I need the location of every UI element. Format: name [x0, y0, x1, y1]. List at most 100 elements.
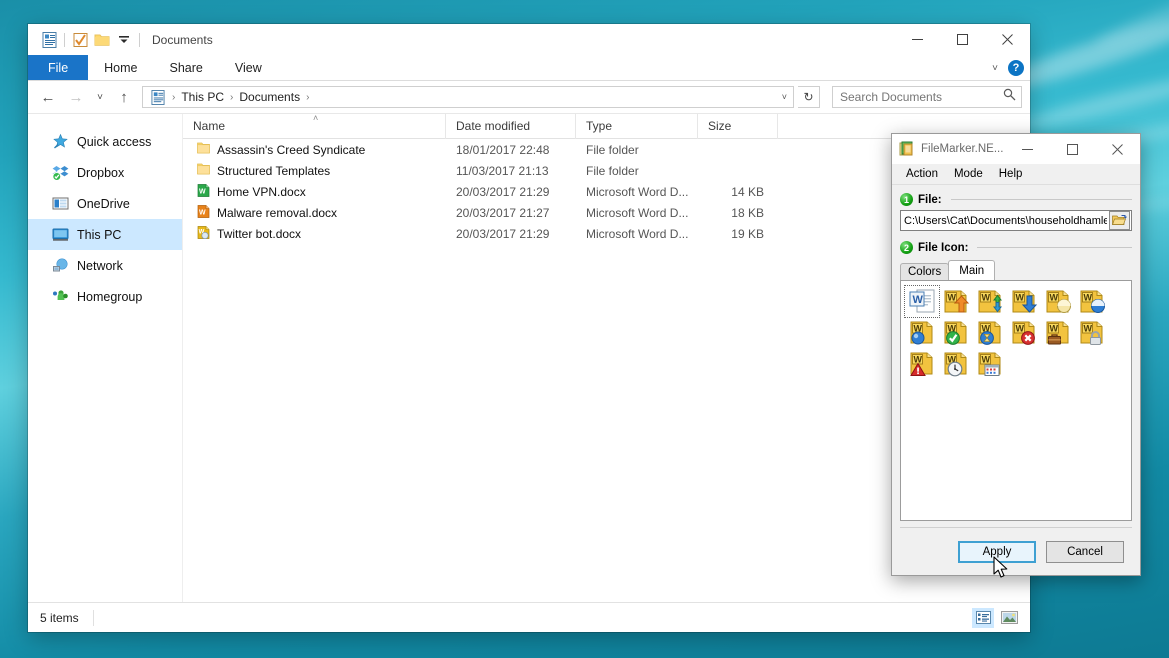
folder-icon: [197, 163, 210, 178]
file-size-label: 18 KB: [698, 206, 778, 220]
sidebar-item-onedrive[interactable]: OneDrive: [28, 188, 182, 219]
address-dropdown-icon[interactable]: ˅: [782, 92, 787, 102]
maximize-button[interactable]: [1050, 134, 1095, 164]
word-green-check-icon[interactable]: W: [939, 317, 973, 348]
new-folder-icon[interactable]: [69, 29, 91, 51]
tab-main[interactable]: Main: [948, 260, 995, 280]
sidebar-item-label: Quick access: [77, 135, 151, 149]
folder-icon: [197, 142, 210, 157]
svg-text:W: W: [981, 355, 990, 365]
breadcrumb-this-pc[interactable]: This PC: [178, 90, 227, 104]
column-header-date-modified[interactable]: Date modified: [446, 114, 576, 139]
up-button[interactable]: ↑: [112, 85, 136, 109]
wallpaper-wave: [1021, 68, 1169, 134]
sort-indicator-icon: ˄: [313, 113, 318, 123]
word-warning-icon[interactable]: W: [905, 348, 939, 379]
chevron-down-icon[interactable]: ˅: [992, 63, 998, 74]
sidebar-item-this-pc[interactable]: This PC: [28, 219, 182, 250]
menu-item-help[interactable]: Help: [991, 168, 1031, 180]
step-2-label: File Icon:: [918, 242, 968, 254]
sidebar-item-label: Dropbox: [77, 166, 124, 180]
help-icon[interactable]: ?: [1008, 60, 1024, 76]
close-button[interactable]: [1095, 134, 1140, 164]
refresh-button[interactable]: ↻: [798, 86, 820, 108]
word-blue-disc-icon[interactable]: W: [1075, 286, 1109, 317]
documents-folder-icon: [147, 86, 169, 108]
breadcrumb-separator[interactable]: ›: [305, 92, 310, 103]
sidebar-item-homegroup[interactable]: Homegroup: [28, 281, 182, 312]
tab-view[interactable]: View: [219, 55, 278, 80]
word-padlock-icon[interactable]: W: [1075, 317, 1109, 348]
menu-item-mode[interactable]: Mode: [946, 168, 991, 180]
icon-grid: W W: [905, 286, 1127, 379]
step-1-badge: 1: [900, 193, 913, 206]
item-count-label: 5 items: [40, 611, 79, 625]
svg-text:W: W: [1015, 324, 1024, 334]
search-box[interactable]: [832, 86, 1022, 108]
filemarker-window-title: FileMarker.NE...: [921, 143, 1003, 155]
file-type-label: Microsoft Word D...: [576, 206, 698, 220]
details-view-button[interactable]: [972, 608, 994, 628]
word-up-down-arrow-icon[interactable]: W: [973, 286, 1007, 317]
status-divider: [93, 610, 94, 626]
breadcrumb[interactable]: › This PC › Documents › ˅: [142, 86, 794, 108]
search-icon[interactable]: [1003, 88, 1016, 106]
forward-button[interactable]: →: [64, 85, 88, 109]
large-icons-view-button[interactable]: [998, 608, 1020, 628]
menu-item-action[interactable]: Action: [898, 168, 946, 180]
homegroup-icon: [52, 288, 69, 305]
word-up-arrow-icon[interactable]: W: [939, 286, 973, 317]
tab-colors[interactable]: Colors: [900, 263, 949, 280]
dropbox-icon: [52, 164, 69, 181]
filemarker-footer: Apply Cancel: [900, 527, 1132, 575]
filemarker-menu-bar: Action Mode Help: [892, 164, 1140, 185]
cancel-button[interactable]: Cancel: [1046, 541, 1124, 563]
tab-share[interactable]: Share: [154, 55, 219, 80]
minimize-button[interactable]: [895, 24, 940, 55]
close-button[interactable]: [985, 24, 1030, 55]
tab-file[interactable]: File: [28, 55, 88, 80]
tab-home[interactable]: Home: [88, 55, 153, 80]
back-button[interactable]: ←: [36, 85, 60, 109]
filemarker-dialog: FileMarker.NE... Action Mode Help 1 File…: [891, 133, 1141, 576]
file-name-label: Home VPN.docx: [217, 185, 306, 199]
word-clock-icon[interactable]: W: [939, 348, 973, 379]
apply-button[interactable]: Apply: [958, 541, 1036, 563]
word-hourglass-icon[interactable]: W: [973, 317, 1007, 348]
word-calendar-icon[interactable]: W: [973, 348, 1007, 379]
word-plain-icon[interactable]: W: [905, 286, 939, 317]
svg-text:W: W: [1083, 293, 1092, 303]
browse-button[interactable]: [1109, 211, 1130, 230]
sidebar-item-label: This PC: [77, 228, 121, 242]
word-briefcase-icon[interactable]: W: [1041, 317, 1075, 348]
word-down-arrow-icon[interactable]: W: [1007, 286, 1041, 317]
file-date-label: 11/03/2017 21:13: [446, 164, 576, 178]
svg-text:W: W: [199, 188, 206, 195]
customize-qat-caret-icon[interactable]: [113, 29, 135, 51]
recent-locations-button[interactable]: ˅: [92, 85, 108, 109]
maximize-button[interactable]: [940, 24, 985, 55]
folder-icon[interactable]: [91, 29, 113, 51]
word-blue-sphere-icon[interactable]: W: [905, 317, 939, 348]
word-red-x-icon[interactable]: W: [1007, 317, 1041, 348]
wallpaper-wave: [1093, 0, 1169, 50]
file-path-input[interactable]: [901, 214, 1109, 228]
minimize-button[interactable]: [1005, 134, 1050, 164]
sidebar-item-quick-access[interactable]: Quick access: [28, 126, 182, 157]
sidebar-item-dropbox[interactable]: Dropbox: [28, 157, 182, 188]
breadcrumb-documents[interactable]: Documents: [236, 90, 303, 104]
svg-text:W: W: [912, 294, 923, 306]
search-input[interactable]: [838, 89, 1003, 105]
file-type-label: Microsoft Word D...: [576, 185, 698, 199]
word-gold-disc-icon[interactable]: W: [1041, 286, 1075, 317]
column-header-type[interactable]: Type: [576, 114, 698, 139]
sidebar-item-network[interactable]: Network: [28, 250, 182, 281]
filemarker-window-controls: [1005, 134, 1140, 164]
icon-picker-panel[interactable]: W W: [900, 280, 1132, 521]
file-path-field[interactable]: [900, 210, 1132, 231]
svg-text:W: W: [1015, 293, 1024, 303]
properties-icon[interactable]: [38, 29, 60, 51]
icon-category-tabs: Colors Main: [900, 260, 1132, 280]
file-explorer-window: Documents File Home Share View ˅ ? ← → ˅…: [28, 24, 1030, 632]
column-header-size[interactable]: Size: [698, 114, 778, 139]
